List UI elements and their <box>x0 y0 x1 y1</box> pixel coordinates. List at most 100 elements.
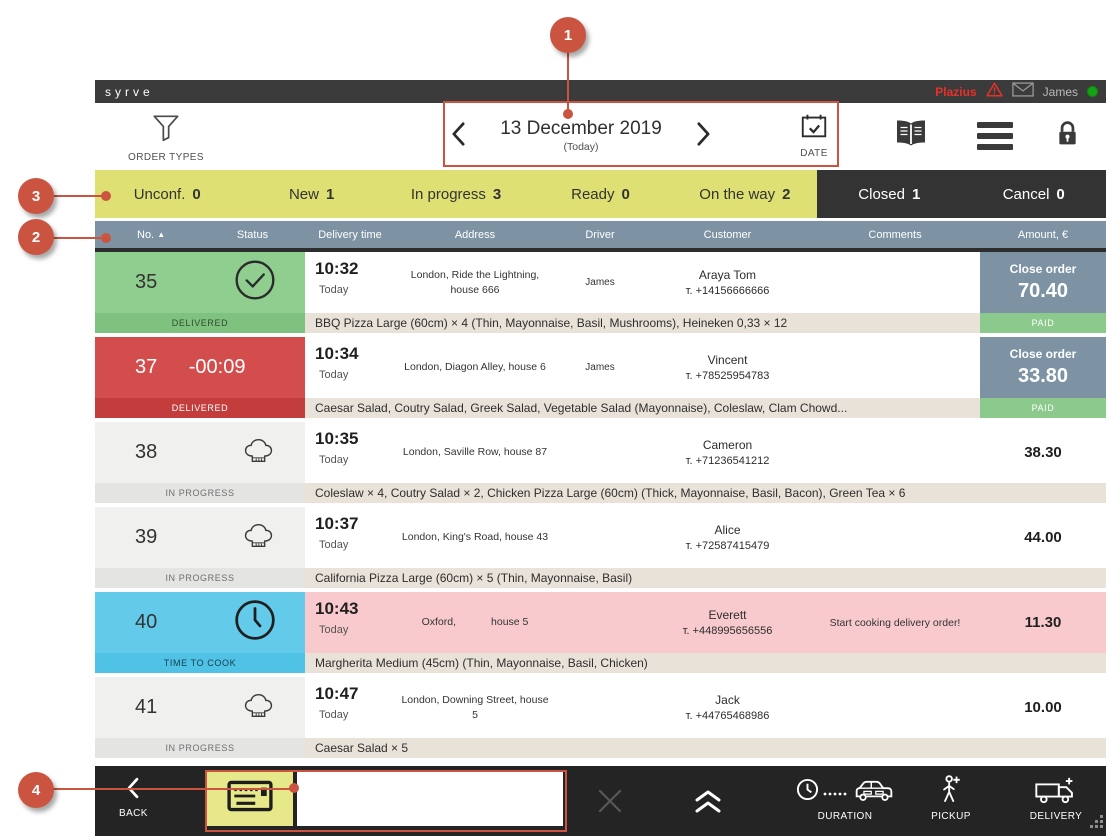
order-address: London, Diagon Alley, house 6 <box>395 337 555 398</box>
amount-cell: Close order 33.80 33.80 <box>980 337 1106 398</box>
customer-name: Jack <box>715 693 740 707</box>
close-order-button[interactable]: Close order 70.40 <box>980 252 1106 313</box>
column-header-no[interactable]: No. ▲ <box>95 229 200 241</box>
back-button[interactable]: BACK <box>119 776 148 819</box>
order-driver <box>555 592 645 653</box>
column-header-amount[interactable]: Amount, € <box>980 229 1106 241</box>
delivery-time-cell: 10:32 Today <box>305 252 395 313</box>
order-driver <box>555 422 645 483</box>
order-address: London, King's Road, house 43 <box>395 507 555 568</box>
hamburger-menu-button[interactable] <box>977 122 1013 155</box>
order-status-label: IN PROGRESS <box>95 738 305 758</box>
tab-ready[interactable]: Ready0 <box>528 170 672 218</box>
new-delivery-button[interactable]: DELIVERY <box>1013 775 1099 822</box>
column-header-comments[interactable]: Comments <box>810 229 980 241</box>
chef-hat-icon <box>240 687 277 729</box>
chef-hat-icon <box>240 517 277 559</box>
menu-book-button[interactable] <box>893 118 929 153</box>
sort-arrow-icon: ▲ <box>157 230 165 239</box>
delivery-time-cell: 10:35 Today <box>305 422 395 483</box>
amount-cell: 10.00 10.00 <box>980 677 1106 738</box>
column-header-address[interactable]: Address <box>395 229 555 241</box>
tab-unconfirmed[interactable]: Unconf.0 <box>95 170 239 218</box>
customer-name: Araya Tom <box>699 268 756 282</box>
order-comment: Start cooking delivery order! <box>810 592 980 653</box>
menu-bar <box>977 144 1013 150</box>
menu-bar <box>977 122 1013 128</box>
screenshot-page: syrve Plazius James ORDER TYPES 13 Decem… <box>0 0 1106 836</box>
order-items: Coleslaw × 4, Coutry Salad × 2, Chicken … <box>305 483 1106 503</box>
date-picker-button[interactable]: DATE <box>792 111 836 159</box>
back-label: BACK <box>119 808 148 819</box>
check-circle-icon <box>233 258 277 307</box>
order-row[interactable]: 38 10:35 Today London, Saville Row, hous… <box>95 422 1106 503</box>
delivery-time-cell: 10:43 Today <box>305 592 395 653</box>
column-header-status[interactable]: Status <box>200 229 305 241</box>
orders-table-header: No. ▲ Status Delivery time Address Drive… <box>95 221 1106 252</box>
annotation-marker-4: 4 <box>18 772 54 808</box>
amount-cell: 11.30 11.30 <box>980 592 1106 653</box>
order-types-filter-button[interactable]: ORDER TYPES <box>121 111 211 163</box>
resize-grip[interactable] <box>1090 815 1103 833</box>
tab-closed[interactable]: Closed1 <box>817 170 961 218</box>
orders-list: 35 10:32 Today London, Ride the Lightnin… <box>95 252 1106 766</box>
search-input[interactable] <box>297 770 563 826</box>
delivery-day: Today <box>315 369 395 381</box>
customer-name: Vincent <box>708 353 748 367</box>
order-row[interactable]: 39 10:37 Today London, King's Road, hous… <box>95 507 1106 588</box>
close-order-button[interactable]: Close order 33.80 <box>980 337 1106 398</box>
duration-button[interactable]: DURATION <box>790 775 900 822</box>
order-driver: James <box>555 337 645 398</box>
order-comment <box>810 337 980 398</box>
customer-name: Everett <box>708 608 746 622</box>
delivery-time: 10:37 <box>315 514 395 534</box>
customer-cell: Cameron т. +71236541212 <box>645 422 810 483</box>
connection-status-dot <box>1087 86 1098 97</box>
delivery-day: Today <box>315 454 395 466</box>
delivery-day: Today <box>315 284 395 296</box>
plazius-alert-label[interactable]: Plazius <box>935 85 976 99</box>
previous-day-button[interactable] <box>447 119 470 152</box>
order-comment <box>810 252 980 313</box>
customer-phone: т. +14156666666 <box>686 285 770 297</box>
tab-new[interactable]: New1 <box>239 170 383 218</box>
order-driver <box>555 507 645 568</box>
current-user-label[interactable]: James <box>1043 85 1078 99</box>
syrve-delivery-app: syrve Plazius James ORDER TYPES 13 Decem… <box>95 80 1106 836</box>
date-navigation: 13 December 2019 (Today) <box>447 112 715 158</box>
amount-cell: 44.00 44.00 <box>980 507 1106 568</box>
order-comment <box>810 507 980 568</box>
customer-cell: Jack т. +44765468986 <box>645 677 810 738</box>
order-row[interactable]: 40 10:43 Today Oxford, house 5 Everett т… <box>95 592 1106 673</box>
order-status-label: IN PROGRESS <box>95 483 305 503</box>
close-search-icon[interactable] <box>595 786 625 821</box>
order-amount: 38.30 <box>980 422 1106 483</box>
envelope-icon[interactable] <box>1012 82 1034 102</box>
column-header-delivery-time[interactable]: Delivery time <box>305 229 395 241</box>
close-order-label: Close order <box>1010 262 1077 276</box>
order-row[interactable]: 35 10:32 Today London, Ride the Lightnin… <box>95 252 1106 333</box>
order-status-cell: 38 <box>95 422 305 483</box>
order-items: Margherita Medium (45cm) (Thin, Mayonnai… <box>305 653 1106 673</box>
collapse-panel-button[interactable] <box>693 788 723 819</box>
column-header-driver[interactable]: Driver <box>555 229 645 241</box>
tab-on-the-way[interactable]: On the way2 <box>673 170 817 218</box>
order-row[interactable]: 41 10:47 Today London, Downing Street, h… <box>95 677 1106 758</box>
tab-cancel[interactable]: Cancel0 <box>962 170 1106 218</box>
order-row[interactable]: 37 -00:09 10:34 Today London, Diagon All… <box>95 337 1106 418</box>
next-day-button[interactable] <box>692 119 715 152</box>
keyboard-toggle-button[interactable] <box>207 770 293 826</box>
top-system-bar: syrve Plazius James <box>95 80 1106 103</box>
order-types-label: ORDER TYPES <box>121 152 211 163</box>
order-amount: 44.00 <box>980 507 1106 568</box>
column-header-customer[interactable]: Customer <box>645 229 810 241</box>
lock-button[interactable] <box>1053 118 1082 154</box>
new-pickup-button[interactable]: PICKUP <box>913 775 989 822</box>
delivery-day: Today <box>315 709 395 721</box>
close-order-label: Close order <box>1010 347 1077 361</box>
chevron-left-icon <box>125 776 141 800</box>
status-tabs: Unconf.0 New1 In progress3 Ready0 On the… <box>95 170 1106 218</box>
tab-in-progress[interactable]: In progress3 <box>384 170 528 218</box>
order-items: Caesar Salad, Coutry Salad, Greek Salad,… <box>305 398 980 418</box>
order-address: Oxford, house 5 <box>395 592 555 653</box>
